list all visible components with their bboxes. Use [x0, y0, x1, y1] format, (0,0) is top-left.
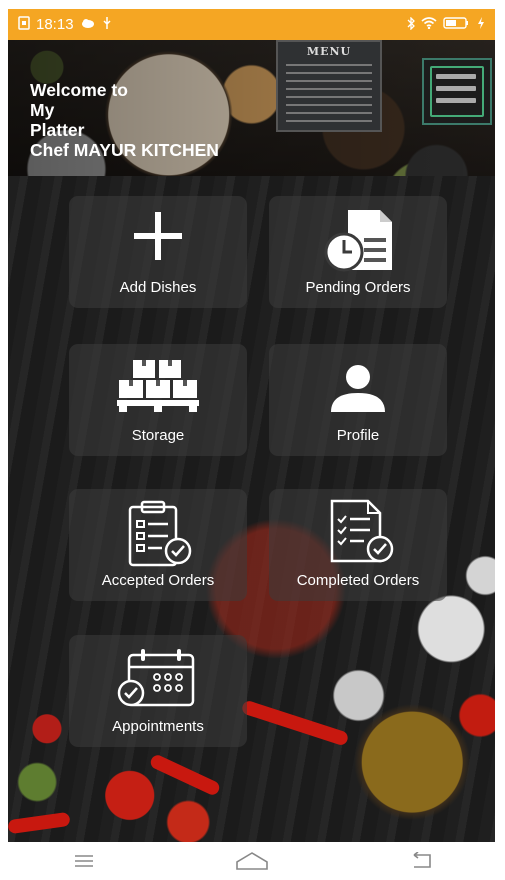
storage-button[interactable]: Storage — [69, 344, 247, 456]
completed-orders-button[interactable]: Completed Orders — [269, 489, 447, 601]
add-dishes-button[interactable]: Add Dishes — [69, 196, 247, 308]
add-dishes-label: Add Dishes — [119, 279, 197, 296]
welcome-line-3: Platter — [30, 120, 85, 140]
welcome-line-1: Welcome to — [30, 80, 128, 100]
accepted-orders-label: Accepted Orders — [101, 572, 215, 589]
home-icon[interactable] — [222, 846, 282, 876]
system-nav-bar — [0, 842, 505, 880]
header-banner: MENU Welcome to My Platter Chef MAYUR KI… — [8, 40, 495, 176]
chili-decoration — [240, 699, 350, 747]
pending-orders-label: Pending Orders — [305, 279, 411, 296]
wifi-icon — [421, 17, 437, 32]
appointments-label: Appointments — [112, 718, 204, 735]
accepted-orders-button[interactable]: Accepted Orders — [69, 489, 247, 601]
status-bar: 18:13 — [8, 9, 495, 40]
welcome-text: Welcome to My Platter Chef MAYUR KITCHEN — [30, 80, 219, 160]
menu-icon[interactable] — [54, 846, 114, 876]
menu-logo-mark — [430, 66, 484, 117]
calendar-check-icon — [113, 647, 203, 718]
document-check-icon — [318, 499, 398, 572]
menu-board-image: MENU — [276, 40, 382, 132]
dashboard-area: Add Dishes Pending Orders Storage Profil… — [8, 176, 495, 842]
back-icon[interactable] — [391, 846, 451, 876]
status-time: 18:13 — [36, 16, 74, 33]
bluetooth-icon — [407, 15, 415, 33]
usb-icon — [102, 16, 112, 34]
cloud-icon — [80, 16, 96, 33]
menu-board-lines — [286, 64, 372, 122]
welcome-line-4: Chef MAYUR KITCHEN — [30, 140, 219, 160]
battery-icon — [443, 17, 471, 32]
clipboard-check-icon — [118, 499, 198, 572]
boxes-icon — [115, 358, 201, 419]
menu-logo[interactable] — [422, 58, 492, 125]
appointments-button[interactable]: Appointments — [69, 635, 247, 747]
charging-icon — [477, 17, 485, 32]
plus-icon — [132, 210, 184, 267]
screenshot-icon — [18, 15, 30, 34]
profile-label: Profile — [336, 427, 380, 444]
pending-orders-button[interactable]: Pending Orders — [269, 196, 447, 308]
chili-decoration — [148, 753, 222, 797]
profile-button[interactable]: Profile — [269, 344, 447, 456]
chili-decoration — [8, 811, 71, 835]
person-icon — [328, 364, 388, 419]
document-clock-icon — [318, 208, 398, 277]
storage-label: Storage — [131, 427, 185, 444]
menu-board-title: MENU — [306, 45, 352, 58]
completed-orders-label: Completed Orders — [296, 572, 420, 589]
welcome-line-2: My — [30, 100, 55, 120]
